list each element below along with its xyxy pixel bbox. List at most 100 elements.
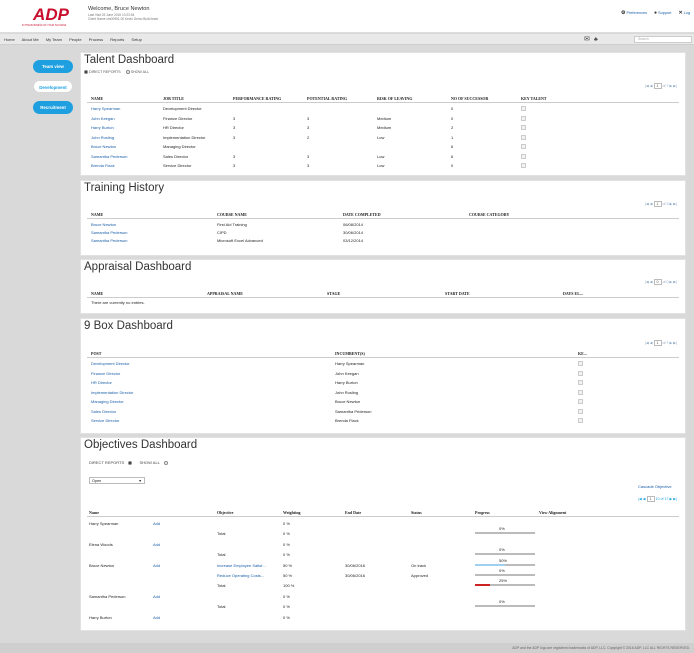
col-view-alignment[interactable]: View Alignment bbox=[539, 510, 566, 515]
people-icon[interactable]: ♣ bbox=[594, 37, 598, 43]
employee-link[interactable]: Samantha Pederson bbox=[91, 238, 127, 243]
col-name[interactable]: NAME bbox=[91, 96, 103, 101]
nav-people[interactable]: People bbox=[69, 37, 81, 42]
pager[interactable]: |◀ ◀ 0 of 0 ▶ ▶| bbox=[645, 279, 677, 285]
employee-name: Samantha Pederson bbox=[89, 593, 126, 599]
post-link[interactable]: Finance Director bbox=[91, 371, 120, 376]
nav-process[interactable]: Process bbox=[89, 37, 103, 42]
employee-link[interactable]: John Rusling bbox=[91, 135, 114, 140]
key-talent-checkbox[interactable] bbox=[521, 144, 526, 149]
col-key-talent[interactable]: KEY TALENT bbox=[521, 96, 547, 101]
adp-logo[interactable]: ADP bbox=[25, 4, 77, 24]
col-incumbents[interactable]: INCUMBENT(S) bbox=[335, 351, 365, 356]
nav-about-me[interactable]: About Me bbox=[22, 37, 39, 42]
objective-link[interactable]: Reduce Operating Costs... bbox=[217, 573, 264, 578]
col-start-date[interactable]: START DATE bbox=[445, 291, 470, 296]
table-cell: 30/06/2014 bbox=[343, 230, 364, 235]
direct-reports-radio[interactable] bbox=[84, 70, 88, 75]
post-link[interactable]: Development Director bbox=[91, 361, 130, 366]
objective-link[interactable]: Increase Employee Satisf... bbox=[217, 563, 266, 568]
cascade-objective-link[interactable]: Cascade Objective bbox=[638, 484, 672, 489]
employee-link[interactable]: Bruce Newton bbox=[91, 222, 116, 227]
col-progress[interactable]: Progress bbox=[475, 510, 490, 515]
key-talent-checkbox[interactable] bbox=[521, 115, 526, 121]
employee-link[interactable]: Harry Burton bbox=[91, 125, 114, 130]
nav-my-team[interactable]: My Team bbox=[46, 37, 62, 42]
incumbent: Bruce Newton bbox=[335, 399, 361, 404]
show-all-radio[interactable] bbox=[125, 70, 130, 75]
add-objective-link[interactable]: Add bbox=[153, 521, 160, 526]
col-end-date[interactable]: End Date bbox=[345, 510, 361, 515]
employee-link[interactable]: John Keegan bbox=[91, 116, 115, 121]
key-talent-checkbox[interactable] bbox=[578, 370, 583, 376]
key-talent-checkbox[interactable] bbox=[521, 153, 526, 159]
pager[interactable]: |◀ ◀ 1 of 3 ▶ ▶| bbox=[645, 201, 677, 207]
recruitment-button[interactable]: Recruitment bbox=[33, 101, 73, 114]
key-talent-checkbox[interactable] bbox=[521, 134, 526, 140]
col-potential[interactable]: POTENTIAL RATING bbox=[307, 96, 347, 101]
col-date-completed[interactable]: DATE COMPLETED bbox=[343, 212, 381, 217]
mail-icon[interactable]: ✉ bbox=[584, 36, 590, 43]
col-successor[interactable]: NO OF SUCCESSOR bbox=[451, 96, 488, 101]
key-talent-checkbox[interactable] bbox=[521, 125, 526, 130]
key-talent-checkbox[interactable] bbox=[521, 106, 526, 111]
post-link[interactable]: Implementation Director bbox=[91, 390, 133, 395]
col-stage[interactable]: STAGE bbox=[327, 291, 340, 296]
development-button[interactable]: Development bbox=[33, 80, 73, 93]
direct-reports-radio[interactable] bbox=[128, 460, 133, 465]
post-link[interactable]: Service Director bbox=[91, 418, 119, 423]
employee-link[interactable]: Samantha Pederson bbox=[91, 154, 127, 159]
nav-setup[interactable]: Setup bbox=[131, 37, 141, 42]
col-key[interactable]: KE... bbox=[578, 351, 587, 356]
col-job-title[interactable]: JOB TITLE bbox=[163, 96, 184, 101]
col-days-elapsed[interactable]: DAYS EL... bbox=[563, 291, 583, 296]
table-cell: Low bbox=[377, 153, 385, 159]
table-cell: Service Director bbox=[163, 163, 192, 168]
table-cell: First Aid Training bbox=[217, 222, 247, 227]
pager[interactable]: |◀ ◀ 1 10 of 17 ▶ ▶| bbox=[638, 496, 677, 502]
add-objective-link[interactable]: Add bbox=[153, 615, 160, 620]
col-objective[interactable]: Objective bbox=[217, 510, 233, 515]
key-talent-checkbox[interactable] bbox=[578, 389, 583, 395]
key-talent-checkbox[interactable] bbox=[521, 163, 526, 168]
add-objective-link[interactable]: Add bbox=[153, 563, 160, 568]
preferences-link[interactable]: ⚙Preferences bbox=[621, 10, 647, 16]
post-link[interactable]: Sales Director bbox=[91, 409, 116, 414]
nav-reports[interactable]: Reports bbox=[110, 37, 124, 42]
logout-link[interactable]: ✕Log bbox=[678, 10, 690, 16]
key-talent-checkbox[interactable] bbox=[578, 418, 583, 423]
col-name[interactable]: NAME bbox=[91, 212, 103, 217]
pager[interactable]: |◀ ◀ 1 of 7 ▶ ▶| bbox=[645, 340, 677, 346]
col-performance[interactable]: PERFORMANCE RATING bbox=[233, 96, 281, 101]
col-status[interactable]: Status bbox=[411, 510, 422, 515]
col-course-category[interactable]: COURSE CATEGORY bbox=[469, 212, 509, 217]
add-objective-link[interactable]: Add bbox=[153, 542, 160, 547]
add-objective-link[interactable]: Add bbox=[153, 594, 160, 599]
nav-home[interactable]: Home bbox=[4, 37, 15, 42]
key-talent-checkbox[interactable] bbox=[578, 380, 583, 385]
top-bar: ADP IN THE BUSINESS OF YOUR SUCCESS Welc… bbox=[0, 0, 694, 33]
search-input[interactable]: Search bbox=[634, 36, 692, 43]
status-select[interactable]: Open ▾ bbox=[89, 477, 145, 484]
col-risk[interactable]: RISK OF LEAVING bbox=[377, 96, 412, 101]
employee-link[interactable]: Bruce Newton bbox=[91, 144, 116, 149]
key-talent-checkbox[interactable] bbox=[578, 361, 583, 366]
employee-link[interactable]: Brenda Flack bbox=[91, 163, 115, 168]
post-link[interactable]: HR Director bbox=[91, 380, 112, 385]
pager[interactable]: |◀ ◀ 1 of 7 ▶ ▶| bbox=[645, 83, 677, 89]
col-name[interactable]: Name bbox=[89, 510, 99, 515]
col-course-name[interactable]: COURSE NAME bbox=[217, 212, 247, 217]
key-talent-checkbox[interactable] bbox=[578, 408, 583, 414]
col-appraisal-name[interactable]: APPRAISAL NAME bbox=[207, 291, 243, 296]
col-post[interactable]: POST bbox=[91, 351, 101, 356]
support-link[interactable]: ●Support bbox=[654, 10, 671, 16]
employee-link[interactable]: Samantha Pederson bbox=[91, 230, 127, 235]
col-name[interactable]: NAME bbox=[91, 291, 103, 296]
team-view-button[interactable]: Team view bbox=[33, 60, 73, 73]
col-weighting[interactable]: Weighting bbox=[283, 510, 301, 515]
empty-message: There are currently no entries. bbox=[91, 300, 145, 305]
show-all-radio[interactable] bbox=[163, 460, 168, 465]
key-talent-checkbox[interactable] bbox=[578, 399, 583, 404]
post-link[interactable]: Managing Director bbox=[91, 399, 124, 404]
employee-link[interactable]: Harry Spearman bbox=[91, 106, 120, 111]
